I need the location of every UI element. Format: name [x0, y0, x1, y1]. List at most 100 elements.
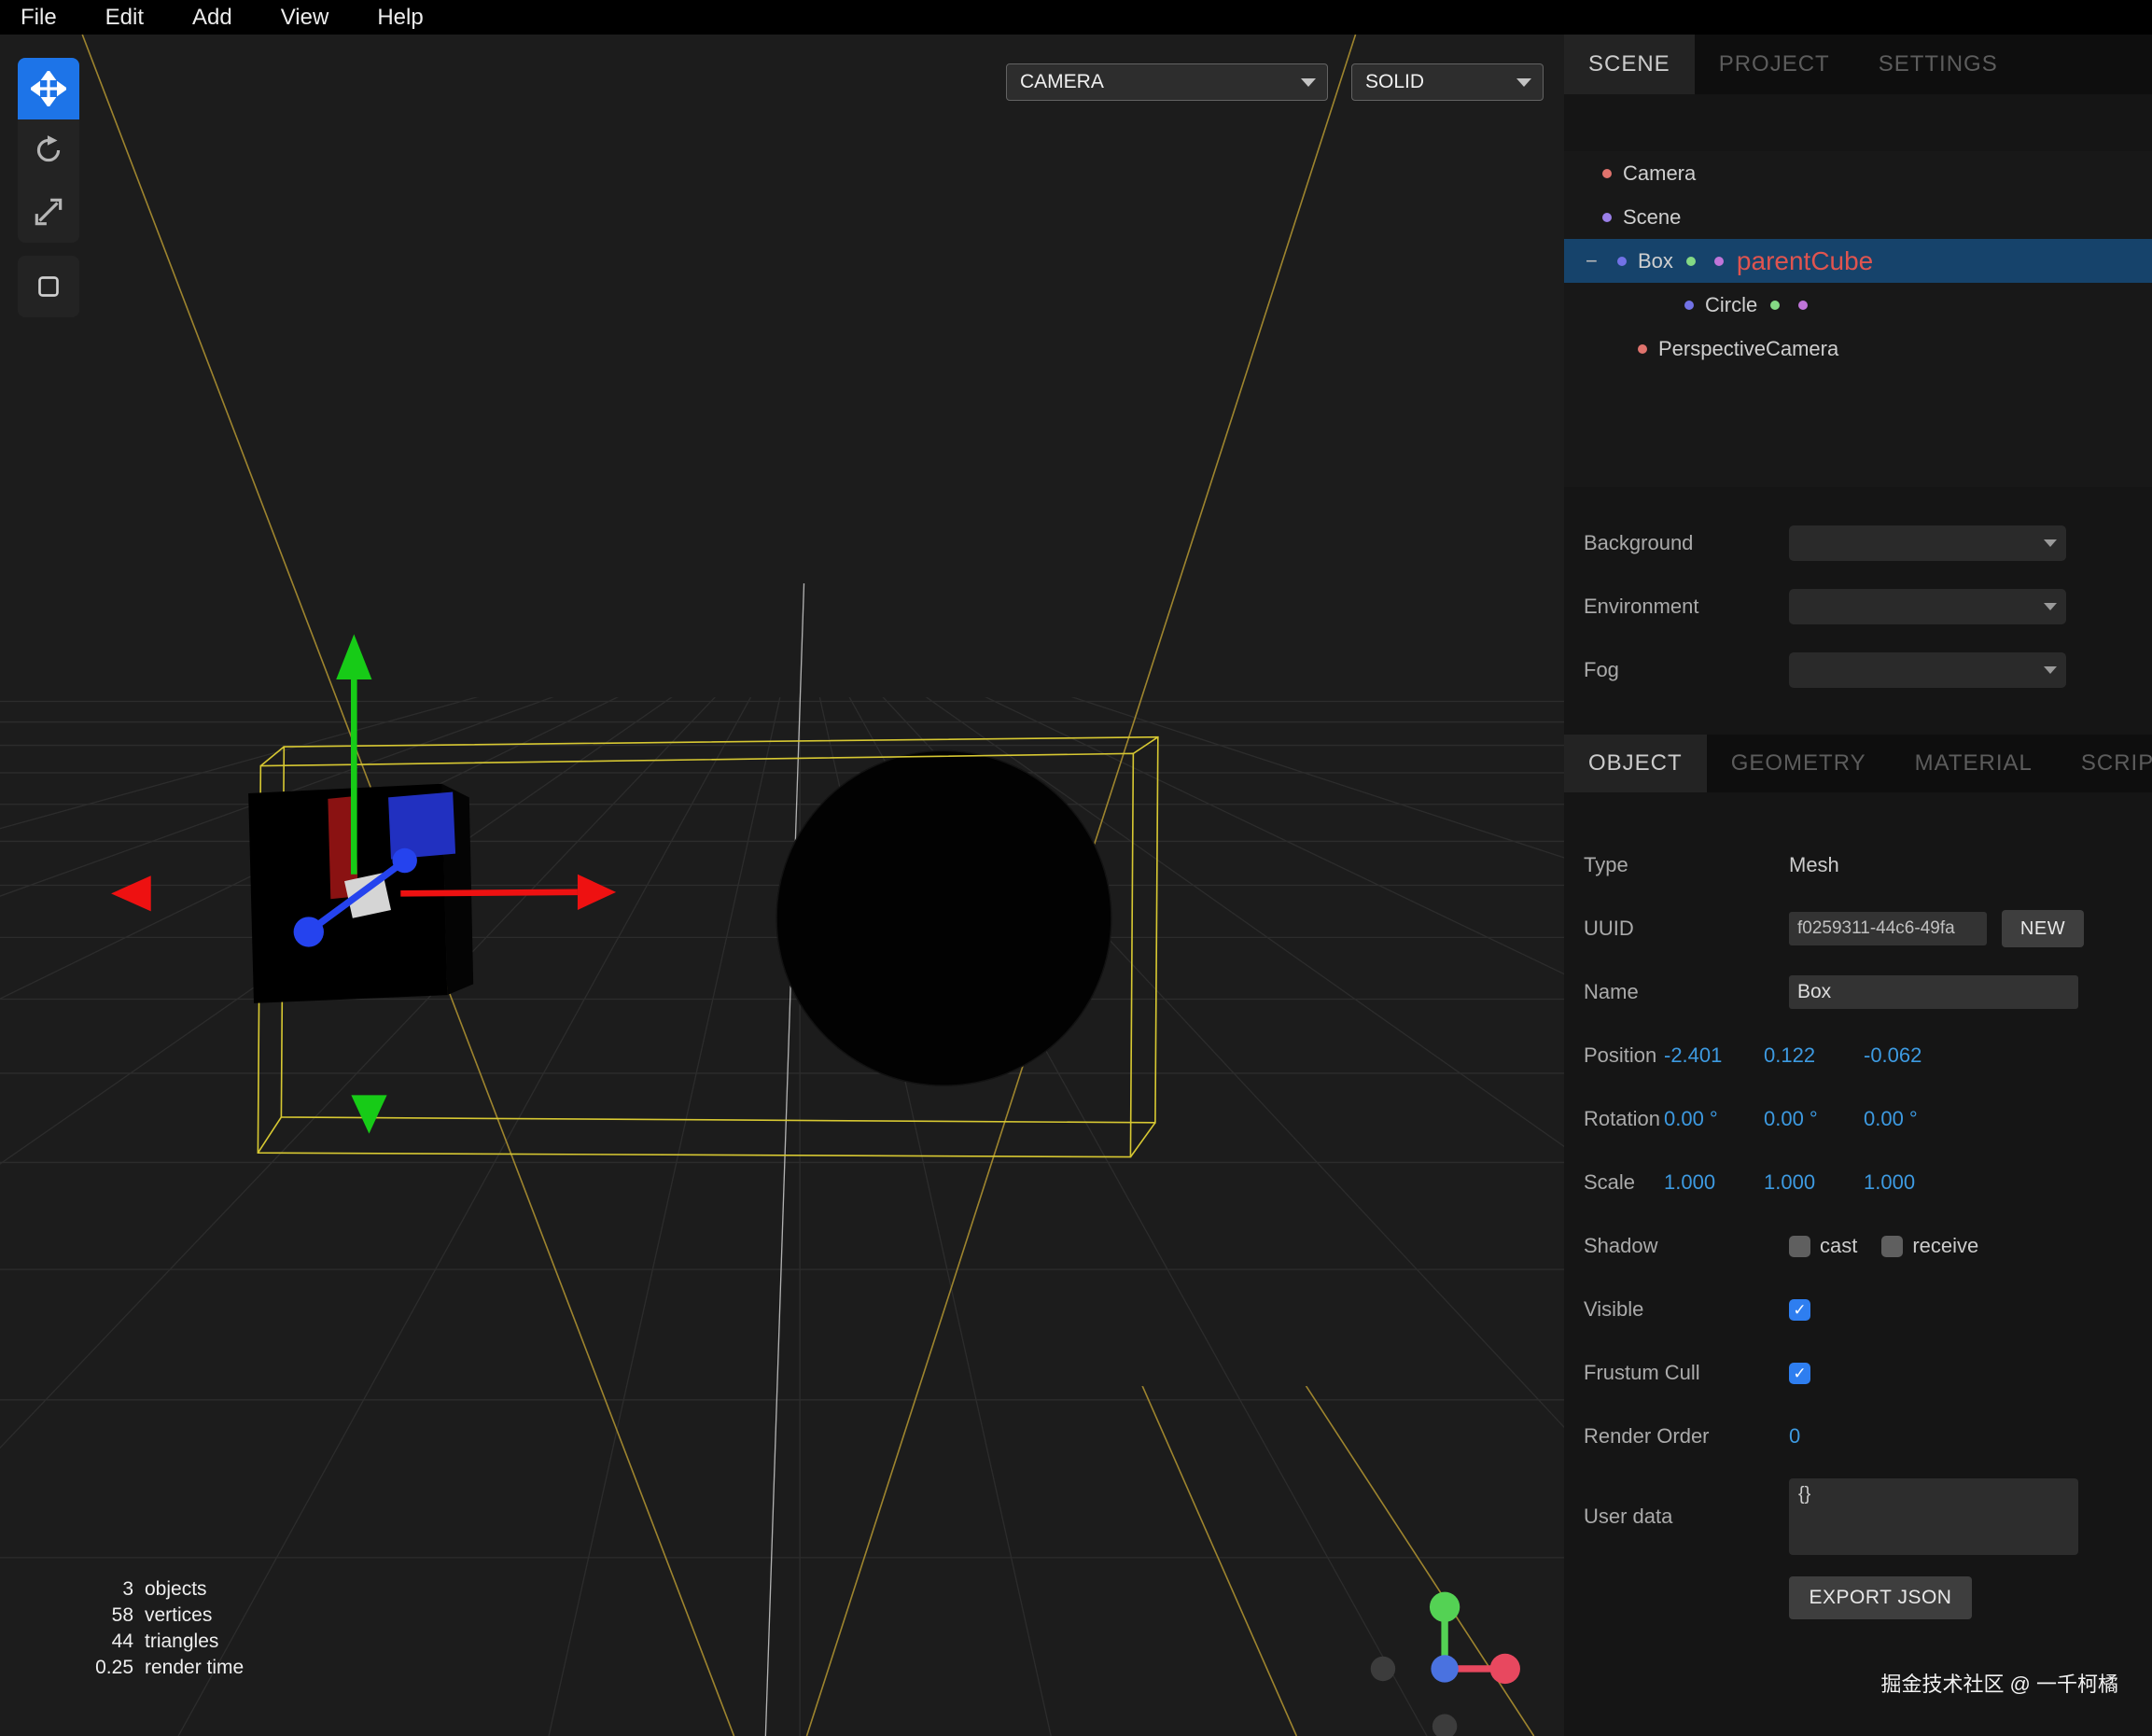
shading-select-value: SOLID [1365, 71, 1424, 93]
shadow-cast-checkbox[interactable] [1789, 1236, 1810, 1257]
uuid-row: UUID NEW [1564, 897, 2152, 960]
position-z[interactable]: -0.062 [1864, 1043, 1963, 1068]
render-order-value[interactable]: 0 [1789, 1424, 1800, 1449]
rotation-z[interactable]: 0.00 ° [1864, 1107, 1963, 1131]
menu-edit[interactable]: Edit [85, 5, 172, 31]
tab-geometry[interactable]: GEOMETRY [1707, 735, 1891, 792]
translate-icon [31, 71, 66, 106]
sphere-object[interactable] [776, 750, 1111, 1085]
user-data-label: User data [1564, 1505, 1789, 1529]
camera-type-dot [1638, 344, 1647, 354]
visible-checkbox[interactable]: ✓ [1789, 1299, 1810, 1321]
render-stats: 3 objects 58 vertices 44 triangles 0.25 … [49, 1576, 244, 1681]
frustum-cull-checkbox[interactable]: ✓ [1789, 1363, 1810, 1384]
frustum-cull-label: Frustum Cull [1564, 1361, 1789, 1385]
gizmo-y-arrow[interactable] [336, 634, 371, 679]
uuid-field[interactable] [1789, 912, 1987, 945]
gizmo-z-handle[interactable] [294, 917, 324, 946]
position-x[interactable]: -2.401 [1664, 1043, 1764, 1068]
collapse-toggle-icon[interactable]: − [1586, 249, 1617, 273]
visible-row: Visible ✓ [1564, 1278, 2152, 1341]
sidebar-tab-bar: SCENE PROJECT SETTINGS [1564, 35, 2152, 94]
gizmo-x-arrow[interactable] [578, 875, 616, 910]
geometry-dot [1686, 257, 1696, 266]
shadow-receive-checkbox[interactable] [1881, 1236, 1903, 1257]
outliner-item-label: Scene [1623, 205, 1681, 230]
scale-z[interactable]: 1.000 [1864, 1170, 1963, 1195]
scale-x[interactable]: 1.000 [1664, 1170, 1764, 1195]
tab-object[interactable]: OBJECT [1564, 735, 1707, 792]
chevron-down-icon [1516, 78, 1531, 87]
space-toggle-button[interactable] [18, 256, 79, 317]
tab-settings[interactable]: SETTINGS [1854, 35, 2022, 94]
camera-up-line [765, 583, 804, 1736]
gizmo-y-neg-arrow[interactable] [351, 1095, 386, 1133]
stat-objects-value: 3 [49, 1576, 133, 1603]
background-row: Background [1564, 511, 2152, 575]
square-icon [31, 269, 66, 304]
axis-neg-x-dot[interactable] [1371, 1657, 1395, 1681]
chevron-down-icon [2044, 603, 2057, 610]
environment-select[interactable] [1789, 589, 2066, 624]
position-y[interactable]: 0.122 [1764, 1043, 1864, 1068]
scene-type-dot [1602, 213, 1612, 222]
user-data-field[interactable]: {} [1789, 1478, 2078, 1555]
viewport-3d[interactable]: CAMERA SOLID 3 objects 58 vertices 44 tr… [0, 35, 1564, 1736]
uuid-new-button[interactable]: NEW [2002, 910, 2084, 947]
outliner-item-label: Camera [1623, 161, 1696, 186]
stat-triangles-value: 44 [49, 1629, 133, 1655]
rotation-y[interactable]: 0.00 ° [1764, 1107, 1864, 1131]
scale-icon [31, 194, 66, 230]
rotation-x[interactable]: 0.00 ° [1664, 1107, 1764, 1131]
viewport-3d-scene[interactable] [0, 35, 1564, 1736]
type-value: Mesh [1789, 853, 1839, 877]
export-json-button[interactable]: EXPORT JSON [1789, 1576, 1972, 1619]
menu-add[interactable]: Add [172, 5, 260, 31]
menu-view[interactable]: View [260, 5, 357, 31]
axis-helper[interactable] [1371, 1592, 1520, 1736]
camera-select[interactable]: CAMERA [1006, 63, 1328, 101]
shading-select[interactable]: SOLID [1351, 63, 1544, 101]
tab-scene[interactable]: SCENE [1564, 35, 1695, 94]
scale-y[interactable]: 1.000 [1764, 1170, 1864, 1195]
shadow-cast-label: cast [1820, 1234, 1857, 1258]
gizmo-x-neg-arrow[interactable] [111, 875, 151, 911]
uuid-label: UUID [1564, 917, 1789, 941]
rotation-row: Rotation 0.00 ° 0.00 ° 0.00 ° [1564, 1087, 2152, 1151]
checkmark-icon: ✓ [1793, 1302, 1806, 1318]
object-tab-bar: OBJECT GEOMETRY MATERIAL SCRIPT [1564, 735, 2152, 792]
checkmark-icon: ✓ [1793, 1365, 1806, 1381]
watermark-text: 掘金技术社区 @ 一千柯橘 [1564, 1668, 2152, 1698]
axis-z-dot[interactable] [1431, 1655, 1458, 1682]
menu-help[interactable]: Help [356, 5, 451, 31]
gizmo-z-handle-2[interactable] [392, 848, 416, 873]
menu-file[interactable]: File [0, 5, 85, 31]
scale-tool-button[interactable] [18, 181, 79, 243]
tab-material[interactable]: MATERIAL [1891, 735, 2057, 792]
shadow-receive-label: receive [1912, 1234, 1978, 1258]
shadow-label: Shadow [1564, 1234, 1789, 1258]
stat-rendertime-value: 0.25 [49, 1655, 133, 1681]
rotate-tool-button[interactable] [18, 119, 79, 181]
outliner-item-scene[interactable]: Scene [1564, 195, 2152, 239]
tab-project[interactable]: PROJECT [1695, 35, 1854, 94]
translate-tool-button[interactable] [18, 58, 79, 119]
tab-script[interactable]: SCRIPT [2057, 735, 2152, 792]
axis-neg-y-dot[interactable] [1432, 1714, 1457, 1736]
scale-label: Scale [1564, 1170, 1664, 1195]
name-field[interactable] [1789, 975, 2078, 1009]
outliner-item-box[interactable]: − Box parentCube [1564, 239, 2152, 283]
chevron-down-icon [2044, 666, 2057, 674]
fog-select[interactable] [1789, 652, 2066, 688]
mesh-type-dot [1617, 257, 1627, 266]
outliner-item-circle[interactable]: Circle [1564, 283, 2152, 327]
stat-vertices-label: vertices [145, 1603, 244, 1629]
outliner-item-label: PerspectiveCamera [1658, 337, 1838, 361]
outliner-item-perspective-camera[interactable]: PerspectiveCamera [1564, 327, 2152, 371]
rotation-label: Rotation [1564, 1107, 1664, 1131]
outliner-item-camera[interactable]: Camera [1564, 151, 2152, 195]
render-order-row: Render Order 0 [1564, 1405, 2152, 1468]
axis-x-dot[interactable] [1490, 1654, 1520, 1684]
axis-y-dot[interactable] [1430, 1592, 1460, 1622]
background-select[interactable] [1789, 525, 2066, 561]
